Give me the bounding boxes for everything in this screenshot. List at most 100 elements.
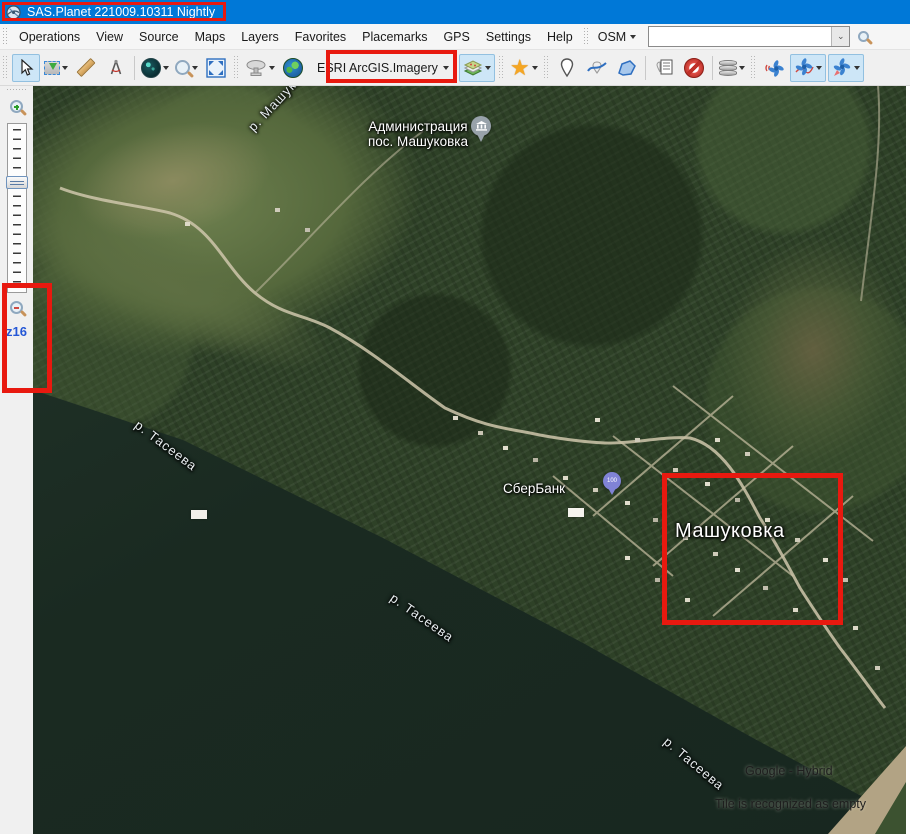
cache-db-button[interactable] bbox=[716, 60, 748, 76]
map-canvas[interactable]: Администрация пос. Машуковка р. Машуковк… bbox=[33, 86, 906, 834]
cache-layer-icon bbox=[245, 59, 267, 77]
sberbank-pin-icon[interactable]: 100 bbox=[603, 472, 621, 496]
gps-position-icon bbox=[832, 58, 852, 78]
cursor-tool-button[interactable] bbox=[12, 54, 40, 82]
add-path-button[interactable] bbox=[583, 54, 611, 82]
map-source-button[interactable]: ESRI ArcGIS.Imagery bbox=[308, 54, 458, 82]
menu-source[interactable]: Source bbox=[131, 26, 187, 48]
toolbar-drag-handle[interactable] bbox=[751, 56, 756, 80]
menu-layers[interactable]: Layers bbox=[233, 26, 287, 48]
ruler-tool-button[interactable] bbox=[72, 54, 100, 82]
dark-globe-icon bbox=[141, 58, 161, 78]
map-source-label: ESRI ArcGIS.Imagery bbox=[317, 61, 438, 75]
search-icon[interactable] bbox=[858, 31, 869, 42]
village-houses bbox=[33, 86, 38, 90]
sidebar-drag-handle[interactable] bbox=[7, 88, 27, 92]
green-globe-icon bbox=[283, 58, 303, 78]
app-window: SAS.Planet 221009.10311 Nightly Operatio… bbox=[0, 0, 910, 834]
admin-pin-icon[interactable] bbox=[471, 116, 491, 143]
osm-dropdown-button[interactable]: OSM bbox=[592, 26, 642, 48]
combo-dropdown-button[interactable]: ⌄ bbox=[831, 27, 849, 46]
zoom-tool-icon bbox=[175, 60, 190, 75]
menu-view[interactable]: View bbox=[88, 26, 131, 48]
osm-label: OSM bbox=[598, 30, 626, 44]
zoom-in-button[interactable] bbox=[10, 100, 23, 113]
zoom-tool-button[interactable] bbox=[172, 60, 201, 75]
toolbar-drag-handle[interactable] bbox=[544, 56, 549, 80]
favorites-button[interactable]: ★ bbox=[507, 58, 541, 78]
main-toolbar: ESRI ArcGIS.Imagery ★ bbox=[0, 50, 910, 86]
menu-placemarks[interactable]: Placemarks bbox=[354, 26, 435, 48]
layers-button[interactable] bbox=[459, 54, 495, 82]
toolbar-separator bbox=[645, 56, 646, 80]
zoom-slider-ticks bbox=[13, 129, 21, 287]
zoom-slider-handle[interactable] bbox=[6, 176, 28, 189]
gps-signal-button[interactable] bbox=[760, 54, 788, 82]
chevron-down-icon bbox=[532, 66, 538, 70]
add-path-icon bbox=[586, 58, 608, 78]
building bbox=[191, 510, 207, 519]
app-icon bbox=[6, 5, 21, 20]
measure-tool-button[interactable] bbox=[102, 54, 130, 82]
chevron-down-icon bbox=[485, 66, 491, 70]
zoom-level-label: z16 bbox=[6, 324, 27, 339]
fullscreen-button[interactable] bbox=[202, 54, 230, 82]
roads-overlay bbox=[33, 86, 906, 834]
menubar-drag-handle[interactable] bbox=[3, 28, 8, 46]
map-right-margin bbox=[906, 86, 910, 834]
sberbank-label: СберБанк bbox=[503, 481, 565, 496]
gps-track-button[interactable] bbox=[790, 54, 826, 82]
titlebar: SAS.Planet 221009.10311 Nightly bbox=[0, 0, 910, 24]
zoom-sidebar: z16 bbox=[0, 86, 33, 834]
gps-position-button[interactable] bbox=[828, 54, 864, 82]
compass-icon bbox=[107, 59, 125, 77]
window-title: SAS.Planet 221009.10311 Nightly bbox=[27, 5, 215, 19]
chevron-down-icon bbox=[854, 66, 860, 70]
menu-gps[interactable]: GPS bbox=[435, 26, 477, 48]
toolbar-drag-handle[interactable] bbox=[3, 56, 8, 80]
admin-label: Администрация пос. Машуковка bbox=[363, 119, 473, 149]
admin-label-line2: пос. Машуковка bbox=[363, 134, 473, 149]
go-to-place-button[interactable] bbox=[279, 54, 307, 82]
menu-operations[interactable]: Operations bbox=[11, 26, 88, 48]
goto-input[interactable] bbox=[649, 27, 831, 46]
favorites-star-icon: ★ bbox=[510, 58, 530, 78]
cache-layer-button[interactable] bbox=[242, 59, 278, 77]
menu-favorites[interactable]: Favorites bbox=[287, 26, 354, 48]
chevron-down-icon bbox=[630, 35, 636, 39]
selection-download-icon bbox=[44, 61, 60, 75]
selection-tool-button[interactable] bbox=[41, 61, 71, 75]
chevron-down-icon bbox=[269, 66, 275, 70]
hide-placemarks-icon bbox=[684, 58, 704, 78]
chevron-down-icon bbox=[739, 66, 745, 70]
zoom-out-button[interactable] bbox=[10, 301, 23, 314]
menu-help[interactable]: Help bbox=[539, 26, 581, 48]
admin-label-line1: Администрация bbox=[363, 119, 473, 134]
toolbar-separator bbox=[134, 56, 135, 80]
fullscreen-icon bbox=[206, 58, 226, 78]
dark-globe-button[interactable] bbox=[138, 58, 172, 78]
cache-db-icon bbox=[719, 60, 737, 76]
gps-track-icon bbox=[794, 58, 814, 78]
chevron-down-icon bbox=[443, 66, 449, 70]
placemark-list-button[interactable] bbox=[650, 54, 678, 82]
cursor-icon bbox=[18, 59, 34, 77]
add-placemark-icon bbox=[560, 58, 574, 78]
zoom-slider[interactable] bbox=[7, 123, 27, 293]
chevron-down-icon bbox=[163, 66, 169, 70]
menu-settings[interactable]: Settings bbox=[478, 26, 539, 48]
add-placemark-button[interactable] bbox=[553, 54, 581, 82]
menu-maps[interactable]: Maps bbox=[187, 26, 234, 48]
toolbar-drag-handle[interactable] bbox=[234, 56, 239, 80]
menubar: Operations View Source Maps Layers Favor… bbox=[0, 24, 910, 50]
goto-toolbar-drag-handle[interactable] bbox=[584, 28, 589, 46]
building bbox=[568, 508, 584, 517]
layers-icon bbox=[463, 59, 483, 77]
toolbar-drag-handle[interactable] bbox=[499, 56, 504, 80]
village-label: Машуковка bbox=[675, 520, 785, 543]
add-polygon-button[interactable] bbox=[613, 54, 641, 82]
goto-combobox[interactable]: ⌄ bbox=[648, 26, 850, 47]
hide-placemarks-button[interactable] bbox=[680, 54, 708, 82]
gps-signal-icon bbox=[763, 58, 785, 78]
map-attribution: Google - Hybrid bbox=[745, 764, 833, 778]
